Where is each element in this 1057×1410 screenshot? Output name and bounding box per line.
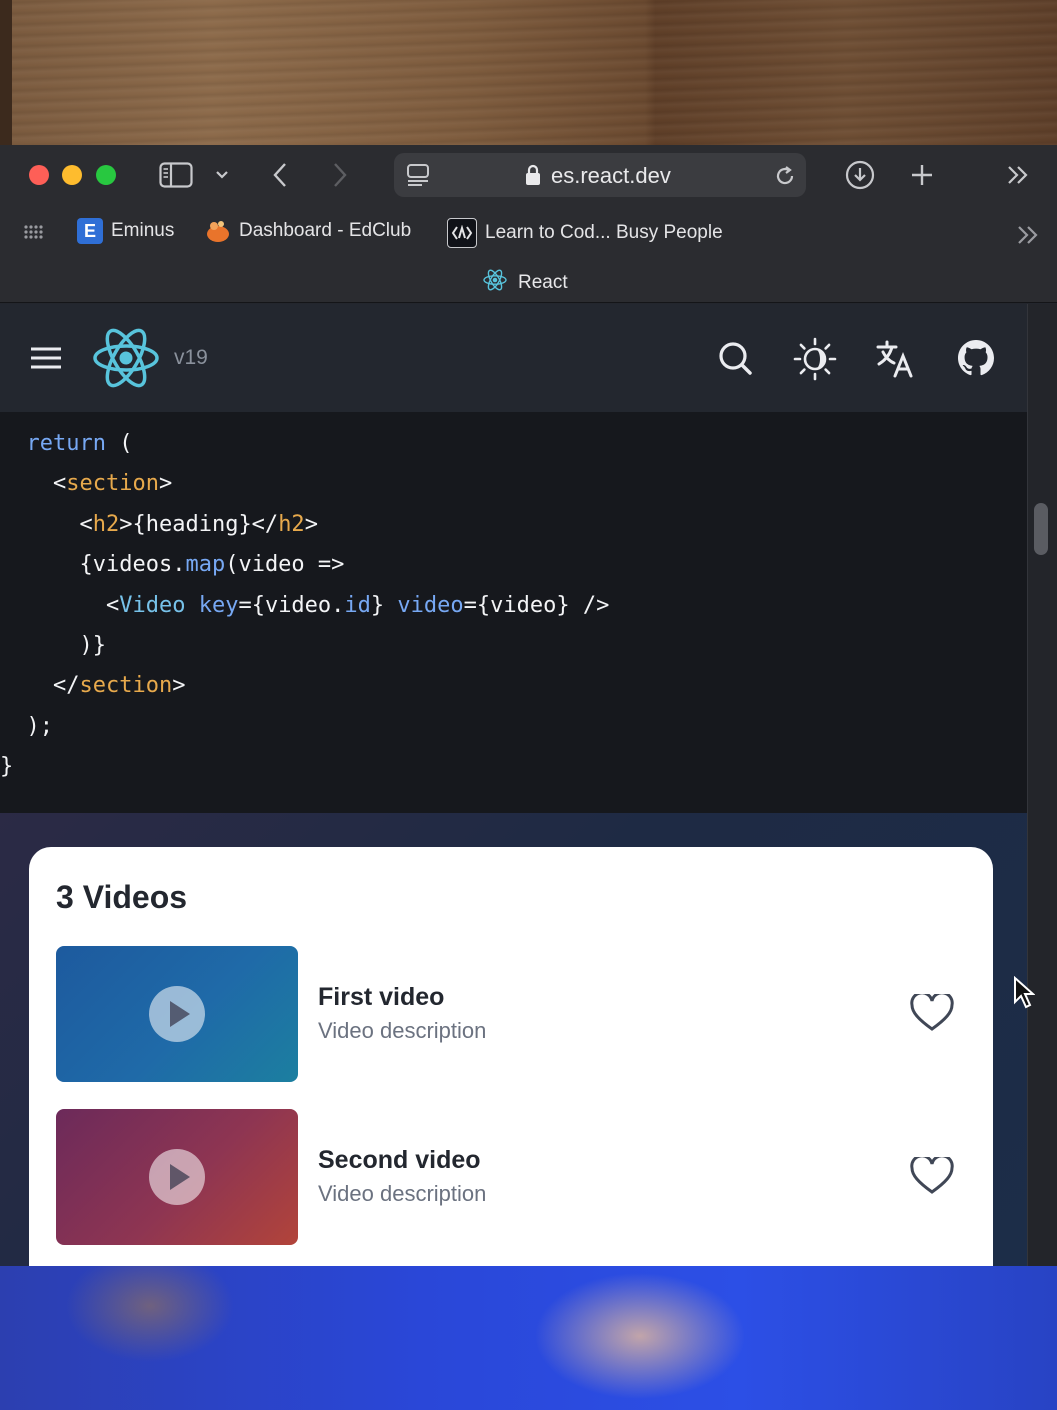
code-line: } [0,754,14,780]
code-line: <section> [52,471,173,497]
overflow-chevrons-icon[interactable] [1004,163,1032,187]
react-logo-icon [482,267,508,299]
play-icon[interactable] [149,1149,205,1205]
back-arrow-icon[interactable] [266,161,294,189]
bookmarks-bar: E Eminus Dashboard - EdClub Learn to Cod… [0,205,1057,259]
background-wall [0,0,1057,145]
close-window-button[interactable] [29,165,49,185]
url-text: es.react.dev [551,163,671,188]
new-tab-icon[interactable] [908,161,936,189]
video-item: Second video Video description [56,1109,966,1246]
react-logo-icon[interactable] [91,325,161,391]
code-line: <h2>{heading}</h2> [79,511,318,537]
page-content: v19 return (<section> <h2>{heading}</h2… [0,304,1027,1266]
zoom-window-button[interactable] [96,165,116,185]
translate-icon[interactable] [875,339,917,379]
scrollbar-track[interactable] [1027,304,1057,1266]
minimize-window-button[interactable] [62,165,82,185]
tab-strip: React [0,259,1057,303]
background-edge [0,0,12,145]
address-bar[interactable]: es.react.dev [394,153,806,197]
browser-window: es.react.dev E Eminus Dashboard - EdClub… [0,145,1057,1266]
code-block: return ( <section> <h2>{heading}</h2> {v… [0,412,1027,813]
forward-arrow-icon[interactable] [326,161,354,189]
bookmark-label: Learn to Cod... Busy People [485,222,723,243]
downloads-icon[interactable] [844,159,876,191]
person-foreground [0,1266,1057,1410]
browser-toolbar: es.react.dev [0,145,1057,205]
github-icon[interactable] [957,339,995,377]
video-list-card: 3 Videos First video Video description S… [29,847,993,1266]
code-logo-icon [447,218,477,248]
heart-icon[interactable] [910,991,954,1037]
heart-icon[interactable] [910,1154,954,1200]
chevron-down-icon[interactable] [212,165,232,185]
code-line: ); [26,713,54,739]
video-thumbnail[interactable] [56,946,298,1082]
video-description: Video description [318,1018,487,1043]
search-icon[interactable] [716,339,754,377]
apps-grid-icon[interactable] [22,222,46,242]
bookmark-eminus[interactable]: E Eminus [77,218,174,244]
theme-toggle-icon[interactable] [793,337,837,381]
code-line: )} [79,632,106,658]
code-line: return ( [26,431,133,456]
bookmark-learn-to-code[interactable]: Learn to Cod... Busy People [447,218,723,248]
version-label: v19 [174,346,208,369]
code-line: <Video key={video.id} video={video} /> [105,592,610,618]
bookmark-edclub[interactable]: Dashboard - EdClub [205,218,411,244]
hamburger-menu-icon[interactable] [28,344,64,372]
tab-react[interactable]: React [482,267,568,299]
video-thumbnail[interactable] [56,1109,298,1245]
reload-icon[interactable] [772,163,798,189]
scrollbar-thumb[interactable] [1034,503,1048,555]
page-menu-icon[interactable] [404,162,432,188]
video-description: Video description [318,1181,487,1206]
code-line: {videos.map(video => [79,552,345,578]
video-item: First video Video description [56,946,966,1083]
play-icon[interactable] [149,986,205,1042]
lock-icon [522,163,544,187]
bookmark-label: Dashboard - EdClub [239,220,412,241]
code-line: </section> [52,673,186,699]
tab-title: React [518,272,568,293]
live-preview: 3 Videos First video Video description S… [0,813,1027,1266]
bookmarks-overflow-icon[interactable] [1014,223,1042,247]
site-navbar: v19 [0,304,1027,412]
sidebar-toggle-icon[interactable] [158,161,194,189]
eminus-logo-icon: E [77,218,103,244]
video-title: First video [318,983,445,1011]
edclub-logo-icon [205,218,231,244]
video-list-heading: 3 Videos [56,879,188,915]
bookmark-label: Eminus [111,220,175,241]
video-title: Second video [318,1146,481,1174]
mouse-pointer-icon [1013,975,1036,1015]
